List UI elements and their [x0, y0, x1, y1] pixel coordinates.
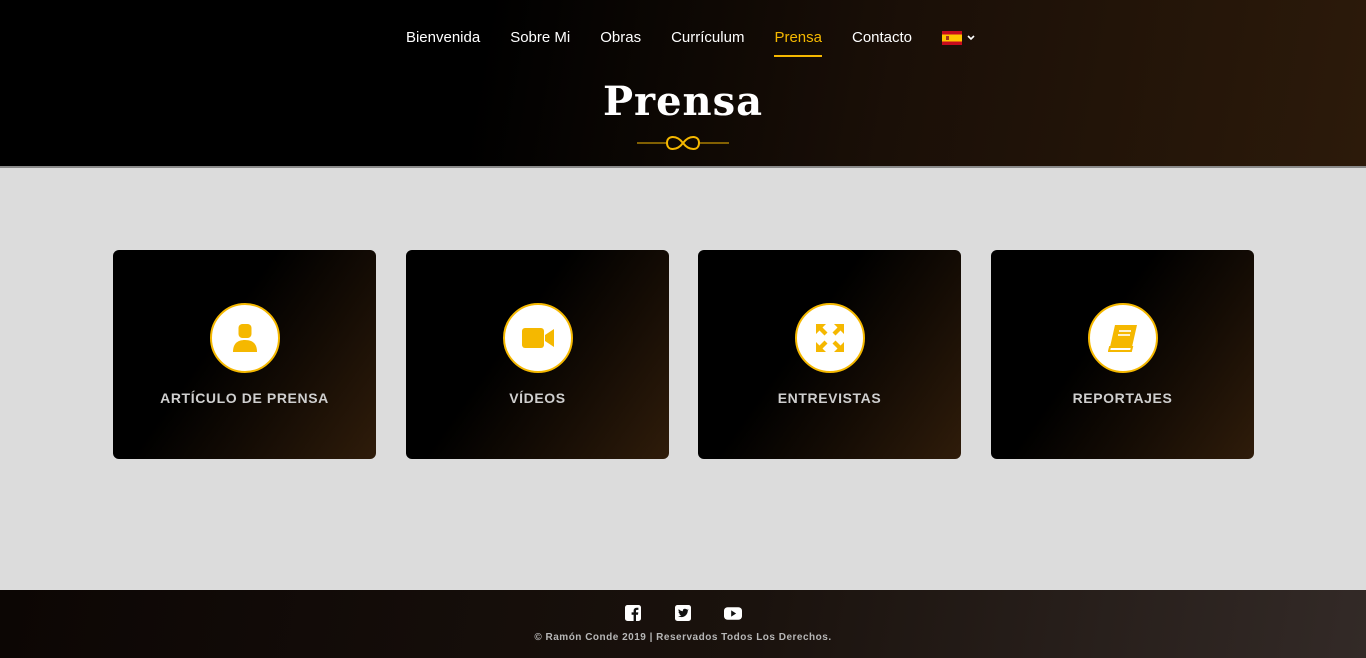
- nav-item-curriculum[interactable]: Currículum: [671, 29, 744, 57]
- card-label: REPORTAJES: [1072, 390, 1173, 406]
- infinity-ornament-icon: [637, 136, 729, 150]
- nav-item-contacto[interactable]: Contacto: [852, 29, 912, 57]
- nav-item-obras[interactable]: Obras: [600, 29, 641, 57]
- page-title: Prensa: [602, 78, 764, 125]
- page-header: Bienvenida Sobre Mi Obras Currículum Pre…: [0, 0, 1366, 168]
- expand-arrows-icon: [794, 303, 865, 373]
- social-links: [0, 605, 1366, 621]
- page-footer: © Ramón Conde 2019 | Reservados Todos Lo…: [0, 590, 1366, 658]
- card-articulo-de-prensa[interactable]: ARTÍCULO DE PRENSA: [113, 250, 376, 459]
- user-icon: [209, 303, 280, 373]
- card-label: ARTÍCULO DE PRENSA: [160, 390, 329, 406]
- book-icon: [1087, 303, 1158, 373]
- nav-item-bienvenida[interactable]: Bienvenida: [406, 29, 480, 57]
- nav-item-prensa[interactable]: Prensa: [774, 29, 822, 57]
- nav-item-sobre-mi[interactable]: Sobre Mi: [510, 29, 570, 57]
- twitter-icon[interactable]: [674, 605, 692, 621]
- card-reportajes[interactable]: REPORTAJES: [991, 250, 1254, 459]
- chevron-down-icon: [967, 33, 975, 44]
- press-cards: ARTÍCULO DE PRENSA VÍDEOS ENTREVISTAS RE…: [113, 250, 1254, 459]
- copyright-text: © Ramón Conde 2019 | Reservados Todos Lo…: [534, 632, 832, 643]
- language-selector[interactable]: [942, 31, 975, 55]
- youtube-icon[interactable]: [724, 605, 742, 621]
- main-nav: Bienvenida Sobre Mi Obras Currículum Pre…: [0, 29, 1366, 57]
- video-camera-icon: [502, 303, 573, 373]
- card-videos[interactable]: VÍDEOS: [406, 250, 669, 459]
- card-label: VÍDEOS: [509, 390, 566, 406]
- spain-flag-icon: [942, 31, 963, 45]
- card-label: ENTREVISTAS: [777, 390, 882, 406]
- card-entrevistas[interactable]: ENTREVISTAS: [698, 250, 961, 459]
- facebook-icon[interactable]: [624, 605, 642, 621]
